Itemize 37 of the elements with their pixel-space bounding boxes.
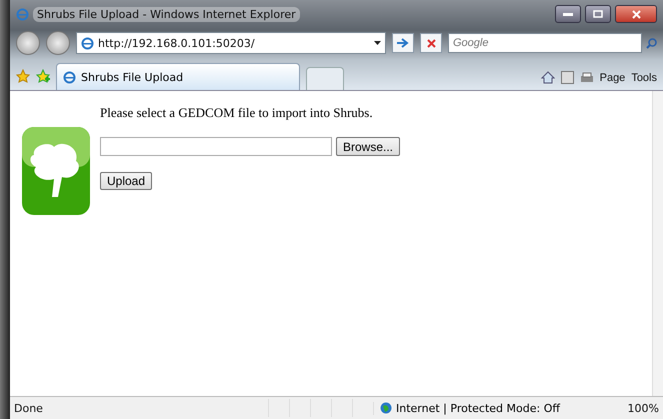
home-icon[interactable] — [540, 71, 555, 84]
close-icon — [426, 38, 436, 48]
tree-logo-icon — [22, 127, 90, 215]
search-field[interactable]: Google — [448, 33, 642, 53]
file-path-field[interactable] — [100, 137, 332, 156]
command-menu[interactable]: Page — [600, 72, 626, 84]
browser-icon — [63, 70, 76, 84]
zoom-level[interactable]: 100% — [624, 402, 663, 414]
upload-button[interactable]: Upload — [100, 172, 152, 190]
back-button[interactable] — [16, 31, 40, 55]
printer-icon[interactable] — [580, 72, 594, 84]
arrow-icon — [397, 38, 409, 48]
maximize-icon — [593, 10, 603, 18]
security-zone[interactable]: Internet | Protected Mode: Off — [373, 402, 600, 414]
maximize-button[interactable] — [585, 5, 611, 23]
window-title: Shrubs File Upload - Windows Internet Explorer — [33, 6, 300, 22]
upload-instructions: Please select a GEDCOM file to import into Shrubs. — [100, 105, 373, 121]
minimize-icon — [563, 12, 573, 16]
star-icon[interactable] — [16, 69, 30, 83]
add-favorite-icon[interactable] — [36, 69, 50, 83]
address-bar[interactable]: http://192.168.0.101:50203/ — [76, 32, 386, 54]
go-button[interactable] — [392, 33, 414, 53]
status-text: Done — [13, 402, 44, 414]
browser-icon — [16, 8, 29, 20]
command-menu[interactable]: Tools — [631, 72, 657, 84]
minimize-button[interactable] — [555, 5, 581, 23]
forward-button[interactable] — [46, 31, 70, 55]
globe-icon — [380, 402, 392, 414]
browser-tab[interactable]: Shrubs File Upload — [56, 63, 300, 90]
search-icon — [646, 38, 657, 48]
browse-button[interactable]: Browse... — [336, 137, 400, 156]
caret-icon — [374, 41, 381, 45]
close-button[interactable] — [615, 5, 657, 23]
scrollbar[interactable] — [652, 91, 663, 396]
browser-icon — [81, 36, 94, 50]
close-icon — [632, 10, 640, 18]
stop-button[interactable] — [420, 33, 442, 53]
